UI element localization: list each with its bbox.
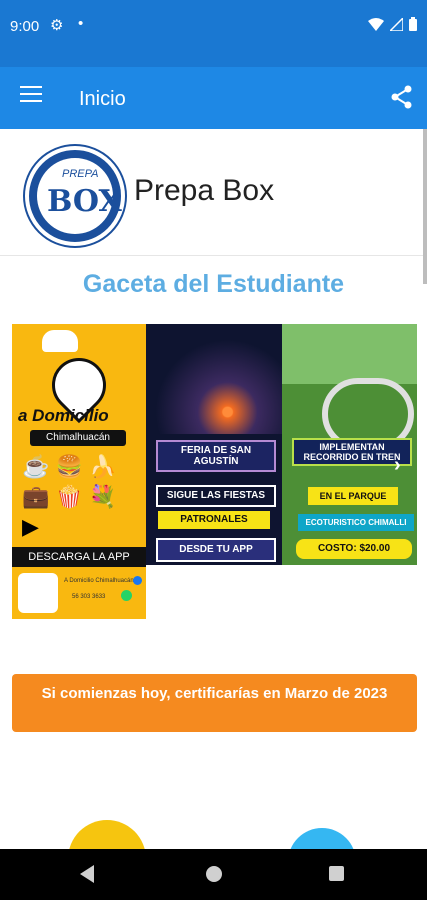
slide-c-line1: EN EL PARQUE bbox=[308, 487, 398, 505]
wifi-icon bbox=[368, 17, 384, 31]
app-bar: Inicio bbox=[0, 67, 427, 129]
home-icon[interactable] bbox=[206, 866, 222, 882]
status-time: 9:00 bbox=[10, 18, 40, 35]
park-image bbox=[282, 324, 417, 384]
scrollbar[interactable] bbox=[423, 129, 427, 284]
chevron-right-icon[interactable]: › bbox=[394, 454, 401, 477]
gear-icon: ⚙ bbox=[50, 17, 64, 34]
share-icon[interactable] bbox=[391, 85, 413, 109]
signal-icon bbox=[390, 17, 403, 31]
slide-a-subtitle: Chimalhuacán bbox=[30, 430, 126, 446]
qr-placeholder bbox=[18, 573, 58, 613]
section-title: Gaceta del Estudiante bbox=[82, 270, 345, 298]
slide-a-phone: 56 303 3633 bbox=[72, 594, 106, 600]
slide-a-download: DESCARGA LA APP bbox=[12, 547, 146, 567]
slide-b-line1: SIGUE LAS FIESTAS bbox=[156, 485, 276, 507]
back-icon[interactable] bbox=[80, 865, 94, 883]
slide-b-title: FERIA DE SAN AGUSTÍN bbox=[156, 440, 276, 472]
notification-dot-icon: • bbox=[78, 15, 84, 32]
slide-a-fb: A Domicilio Chimalhuacán bbox=[64, 578, 134, 584]
facebook-icon bbox=[133, 576, 142, 585]
carousel-slide-tren[interactable]: IMPLEMENTAN RECORRIDO EN TREN EN EL PARQ… bbox=[282, 324, 417, 565]
logo-box-text: BOX bbox=[47, 184, 122, 219]
carousel-slide-domicilio[interactable]: a Domicilio Chimalhuacán ☕ 🍔 🍌 💼 🍿 💐 ▶ DES… bbox=[12, 324, 146, 619]
fair-lights-image bbox=[146, 324, 282, 434]
status-bar: 9:00 ⚙ • bbox=[0, 0, 427, 67]
menu-icon[interactable] bbox=[20, 86, 42, 104]
slide-c-line3: COSTO: $20.00 bbox=[296, 539, 412, 559]
certification-banner-button[interactable]: Si comienzas hoy, certificarías en Marzo… bbox=[12, 674, 417, 732]
page-title: Inicio bbox=[79, 88, 126, 110]
food-icons: ☕ 🍔 🍌 💼 🍿 💐 ▶ bbox=[22, 454, 117, 539]
slide-b-line2: PATRONALES bbox=[158, 511, 270, 529]
chef-hat-icon bbox=[42, 330, 78, 352]
battery-icon bbox=[409, 17, 417, 31]
logo-prepa-text: PREPA bbox=[62, 168, 99, 180]
brand-name: Prepa Box bbox=[134, 174, 275, 207]
system-nav-bar bbox=[0, 849, 427, 900]
slide-b-line3: DESDE TU APP bbox=[156, 538, 276, 562]
slide-c-line2: ECOTURISTICO CHIMALLI bbox=[298, 514, 414, 531]
whatsapp-icon bbox=[121, 590, 132, 601]
status-icons bbox=[368, 17, 417, 31]
prepa-box-logo: PREPA BOX bbox=[25, 146, 125, 246]
recent-apps-icon[interactable] bbox=[329, 866, 344, 881]
news-carousel[interactable]: a Domicilio Chimalhuacán ☕ 🍔 🍌 💼 🍿 💐 ▶ DES… bbox=[12, 324, 417, 619]
carousel-slide-feria[interactable]: FERIA DE SAN AGUSTÍN SIGUE LAS FIESTAS P… bbox=[146, 324, 282, 565]
slide-a-title: a Domicilio bbox=[18, 406, 109, 425]
